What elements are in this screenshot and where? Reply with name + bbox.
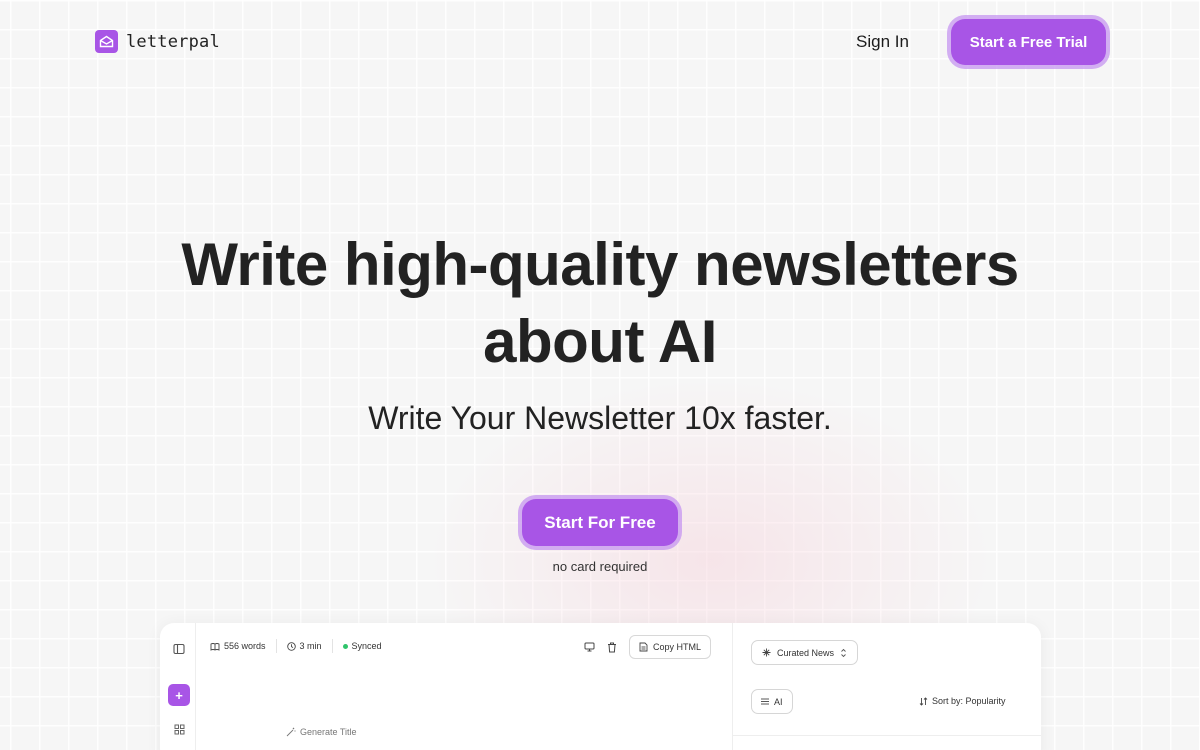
logo[interactable]: letterpal	[95, 30, 220, 53]
divider	[331, 639, 333, 653]
sort-icon	[919, 696, 928, 706]
read-time-label: 3 min	[299, 641, 322, 651]
divider	[275, 639, 277, 653]
clock-icon	[286, 641, 296, 651]
hero-title-emphasis: AI	[657, 308, 718, 375]
news-panel: Curated News AI Sort by: Popularity	[732, 623, 1041, 750]
hero-title: Write high-quality newsletters about AI	[0, 226, 1200, 380]
monitor-icon[interactable]	[584, 642, 595, 652]
source-select[interactable]: Curated News	[751, 640, 859, 665]
word-count-label: 556 words	[224, 641, 266, 651]
app-sidebar: +	[160, 623, 196, 750]
hero-title-part: about	[483, 308, 658, 375]
grid-icon[interactable]	[168, 718, 190, 740]
copy-html-label: Copy HTML	[653, 642, 702, 652]
hero-title-part: Write	[181, 231, 344, 298]
start-for-free-button[interactable]: Start For Free	[522, 499, 678, 546]
chevron-updown-icon	[840, 648, 847, 658]
editor-actions: Copy HTML	[584, 635, 712, 659]
copy-html-button[interactable]: Copy HTML	[629, 635, 712, 659]
generate-title-label: Generate Title	[300, 727, 357, 737]
status-dot	[342, 643, 348, 649]
trash-icon[interactable]	[607, 642, 617, 653]
cta-note: no card required	[552, 559, 648, 574]
filter-chip-ai[interactable]: AI	[751, 689, 793, 714]
sync-status-label: Synced	[351, 641, 382, 651]
read-time: 3 min	[286, 641, 322, 651]
source-select-value: Curated News	[777, 647, 835, 658]
sparkle-icon	[762, 648, 771, 657]
divider	[733, 735, 1041, 736]
logo-text: letterpal	[126, 31, 220, 52]
sort-control[interactable]: Sort by: Popularity	[919, 696, 1006, 706]
hero-title-emphasis: high-quality newsletters	[343, 231, 1019, 298]
book-icon	[210, 642, 220, 651]
mail-open-icon	[95, 30, 118, 53]
hero-subtitle: Write Your Newsletter 10x faster.	[368, 400, 832, 436]
editor-toolbar: 556 words 3 min Synced	[210, 639, 382, 653]
app-preview: + 556 words 3 min Synced Copy HTML Gener…	[160, 623, 1041, 750]
sync-status: Synced	[342, 641, 382, 651]
sidebar-toggle-icon[interactable]	[168, 638, 190, 660]
wand-icon	[286, 727, 296, 737]
generate-title-button[interactable]: Generate Title	[286, 727, 357, 737]
list-icon	[761, 698, 769, 705]
word-count: 556 words	[210, 641, 266, 651]
start-free-trial-button[interactable]: Start a Free Trial	[951, 19, 1106, 65]
document-icon	[639, 642, 648, 652]
sign-in-link[interactable]: Sign In	[856, 32, 909, 52]
plus-icon[interactable]: +	[168, 684, 190, 706]
sort-label: Sort by: Popularity	[932, 696, 1006, 706]
filter-chip-label: AI	[774, 696, 783, 707]
